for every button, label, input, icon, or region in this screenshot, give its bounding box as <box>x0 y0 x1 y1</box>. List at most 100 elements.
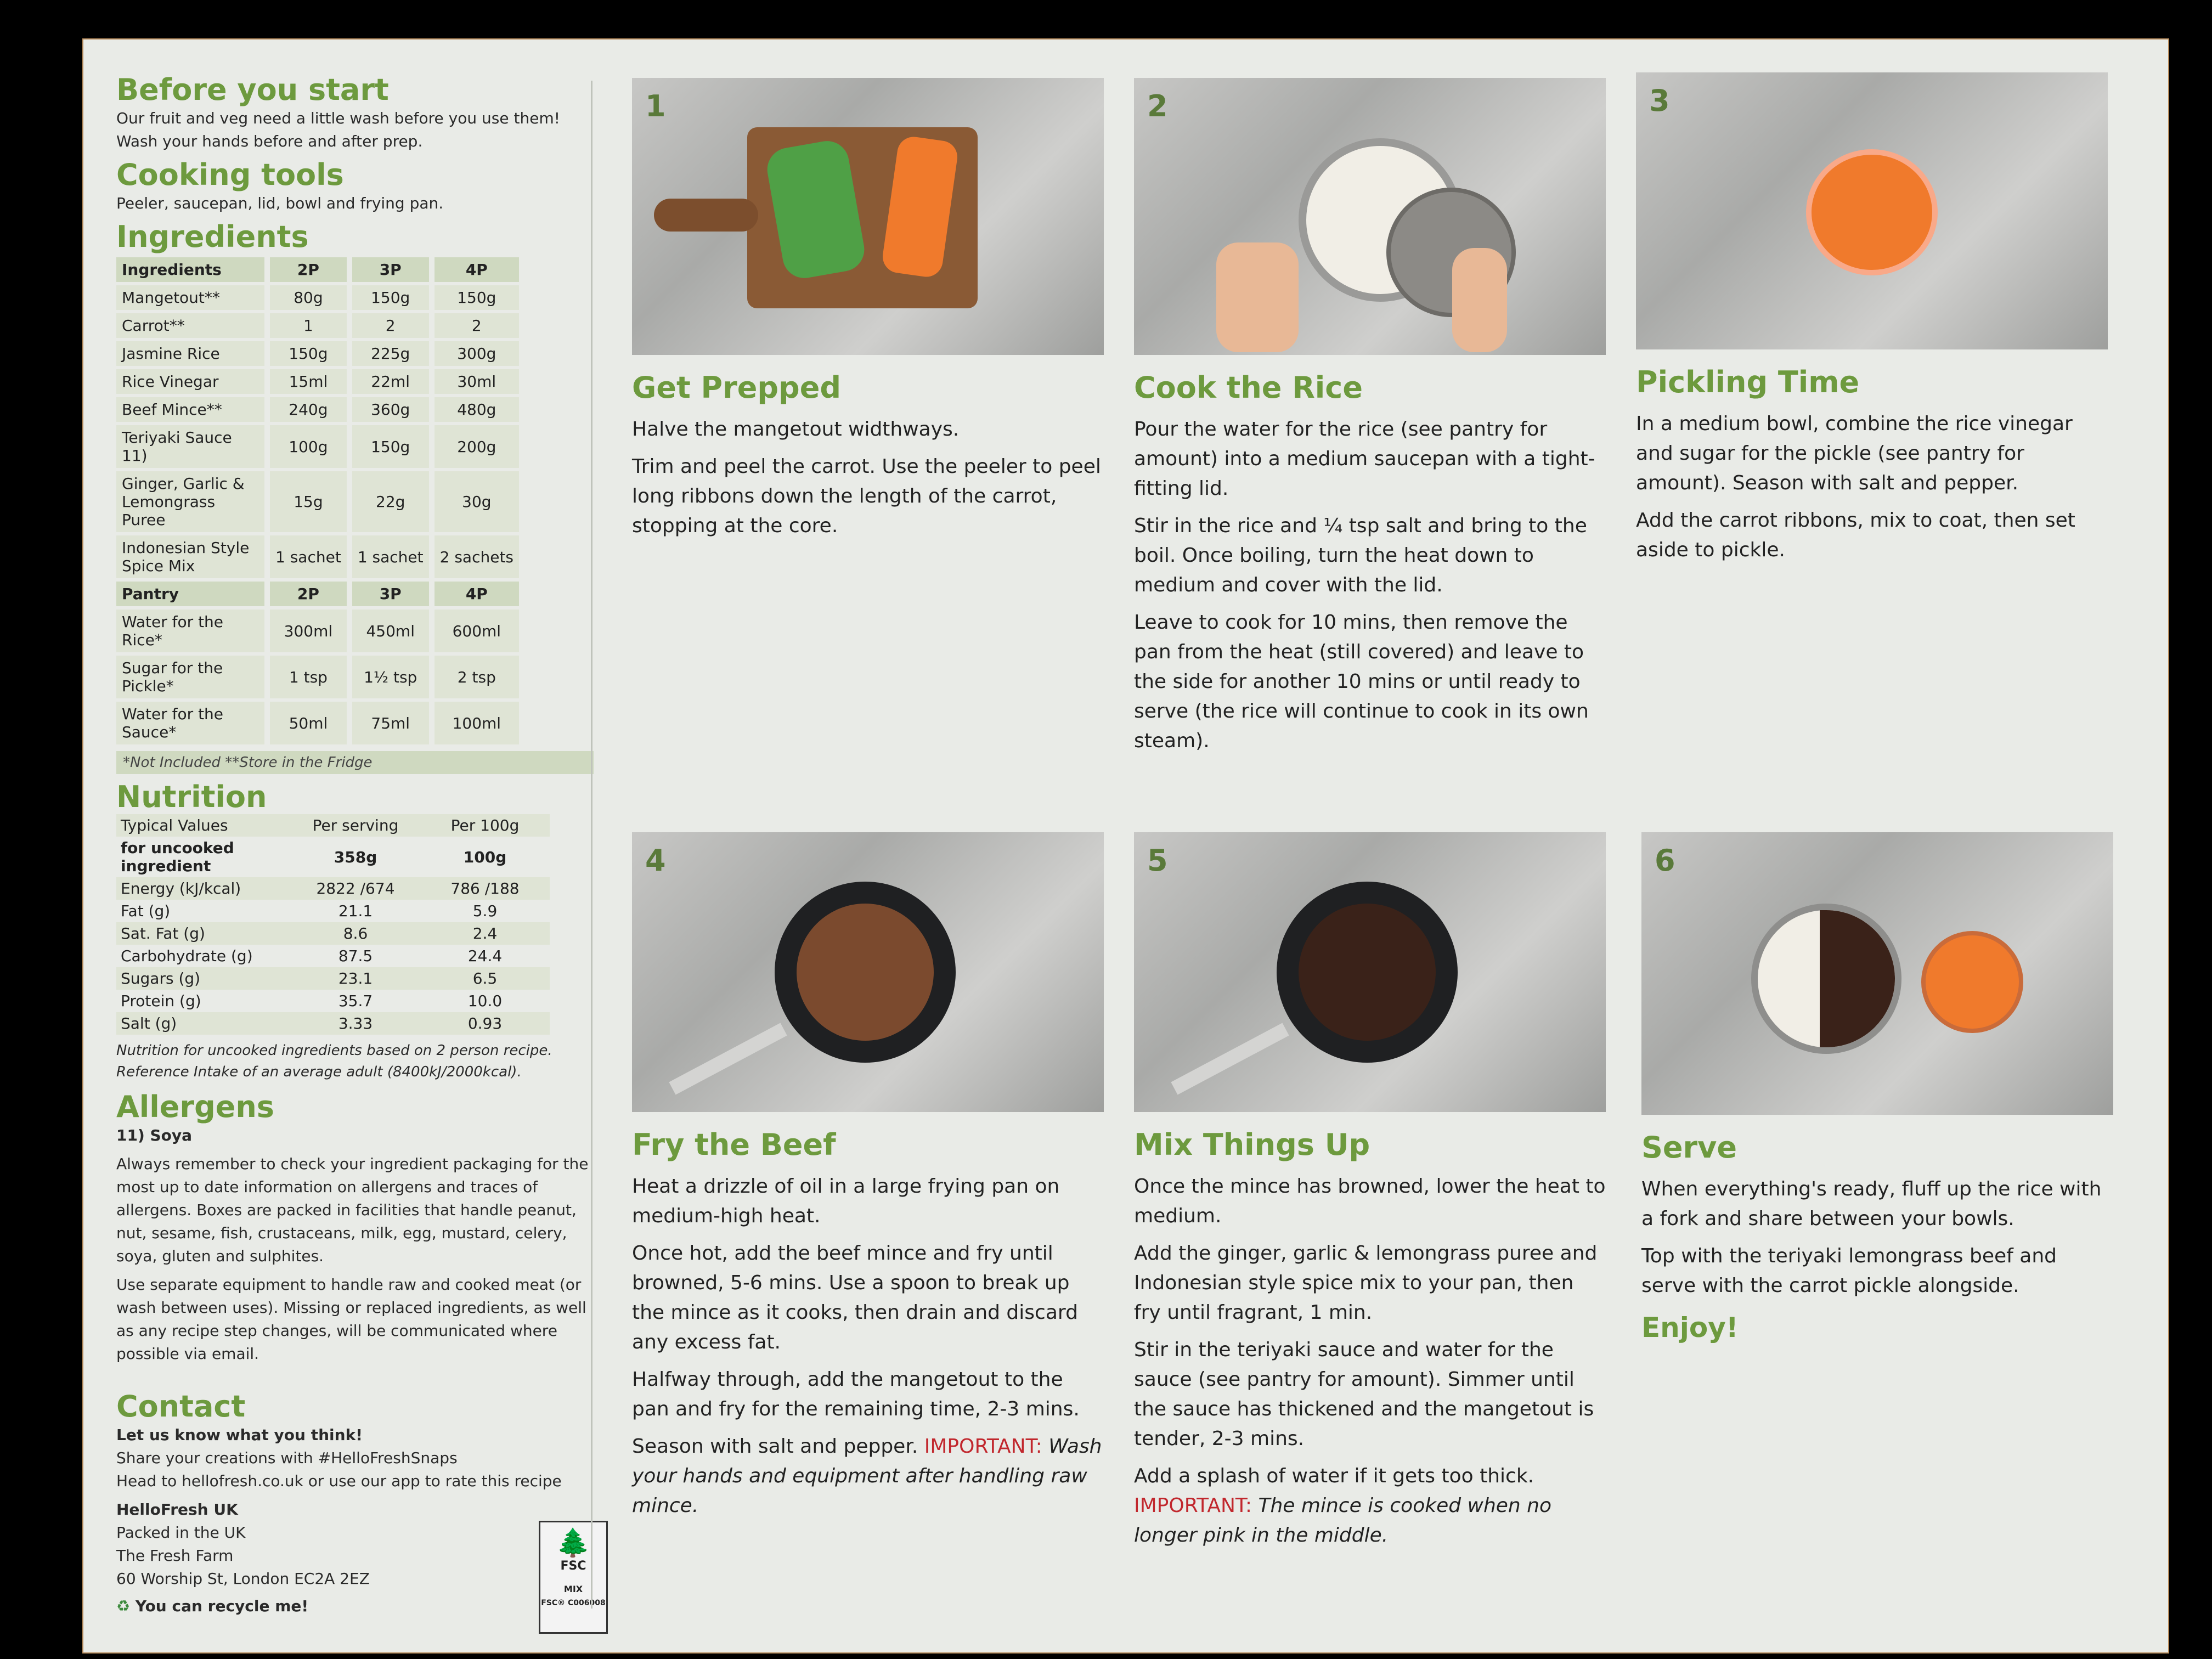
step-title: Serve <box>1641 1130 1737 1165</box>
step-text: In a medium bowl, combine the rice vineg… <box>1636 413 2073 494</box>
cell: Salt (g) <box>116 1012 291 1035</box>
column-divider <box>591 81 592 1609</box>
nutrition-title: Nutrition <box>116 780 267 814</box>
fsc-mix: MIX <box>563 1584 583 1594</box>
cell: Fat (g) <box>121 902 171 920</box>
step-photo: 5 <box>1134 832 1606 1112</box>
cell: 600ml <box>434 610 520 652</box>
table-row: Salt (g) 3.33 0.93 <box>116 1012 550 1035</box>
beef-mince <box>797 904 934 1041</box>
table-row: Indonesian Style Spice Mix 1 sachet 1 sach… <box>116 535 520 578</box>
nutrition-table: Typical Values Per serving Per 100g for un… <box>116 814 550 1035</box>
col-head: 2P <box>270 257 347 282</box>
cell: Rice Vinegar <box>116 369 264 394</box>
col-head: 3P <box>352 582 429 606</box>
cell: Mangetout** <box>116 285 264 310</box>
table-row: Teriyaki Sauce 11) 100g 150g 200g <box>116 425 520 468</box>
table-row: Ginger, Garlic & Lemongrass Puree 15g 22g 3… <box>116 471 520 532</box>
step-text: Trim and peel the carrot. Use the peeler… <box>632 455 1101 537</box>
contact-line: Head to hellofresh.co.uk or use our app … <box>116 1472 562 1490</box>
step-text: Halve the mangetout widthways. <box>632 418 960 441</box>
cell: Water for the Rice* <box>116 610 264 652</box>
fsc-label: FSC <box>560 1559 586 1573</box>
nutrition-note: Nutrition for uncooked ingredients based… <box>116 1042 552 1080</box>
fsc-logo: 🌲 FSC MIX FSC® C006008 <box>539 1521 608 1634</box>
cell: Ginger, Garlic & Lemongrass Puree <box>116 471 264 532</box>
cell: 2 <box>352 313 429 338</box>
cell: 24.4 <box>467 947 503 965</box>
step-number: 5 <box>1147 843 1168 878</box>
cell: 225g <box>352 341 429 366</box>
step-photo: 2 <box>1134 78 1606 355</box>
table-row: Sugars (g) 23.1 6.5 <box>116 967 550 990</box>
ingredients-title: Ingredients <box>116 219 309 254</box>
step-number: 4 <box>645 843 666 878</box>
season-text: Season with salt and pepper. <box>632 1435 918 1458</box>
cell: 30ml <box>434 369 520 394</box>
step-title: Get Prepped <box>632 370 841 405</box>
pan-handle <box>669 1023 787 1095</box>
cell: 240g <box>270 397 347 422</box>
equipment-text: Use separate equipment to handle raw and… <box>116 1276 586 1363</box>
board-handle <box>654 199 758 232</box>
cell: 22ml <box>352 369 429 394</box>
step-text: Top with the teriyaki lemongrass beef an… <box>1641 1245 2057 1297</box>
cell: for uncooked ingredient <box>121 839 234 875</box>
step-photo: 4 <box>632 832 1104 1112</box>
cell: 15g <box>270 471 347 532</box>
contact-section: Contact Let us know what you think! Shar… <box>116 1389 594 1618</box>
step-2: 2 Cook the Rice Pour the water for the r… <box>1134 78 1606 764</box>
cell: 75ml <box>352 702 429 744</box>
cell: 5.9 <box>472 902 498 920</box>
table-row: Energy (kJ/kcal) 2822 /674 786 /188 <box>116 877 550 900</box>
table-row: Carbohydrate (g) 87.5 24.4 <box>116 945 550 967</box>
cell: 358g <box>334 848 377 866</box>
step-text: Leave to cook for 10 mins, then remove t… <box>1134 611 1589 752</box>
table-row: for uncooked ingredient 358g 100g <box>116 837 550 877</box>
cell: 2822 /674 <box>291 877 420 900</box>
cell: Jasmine Rice <box>116 341 264 366</box>
important-label: IMPORTANT: <box>924 1435 1042 1458</box>
step-text: Add the carrot ribbons, mix to coat, the… <box>1636 509 2075 561</box>
step-text: Halfway through, add the mangetout to th… <box>632 1368 1080 1420</box>
cell: Per 100g <box>420 814 550 837</box>
cell: 2 sachets <box>434 535 520 578</box>
allergens-text: Always remember to check your ingredient… <box>116 1155 589 1265</box>
col-head: 2P <box>270 582 347 606</box>
cell: Water for the Sauce* <box>116 702 264 744</box>
cell: Protein (g) <box>121 992 201 1010</box>
step-text: Stir in the rice and ¼ tsp salt and brin… <box>1134 515 1587 596</box>
step-3: 3 Pickling Time In a medium bowl, combin… <box>1636 72 2108 573</box>
table-row: Water for the Rice* 300ml 450ml 600ml <box>116 610 520 652</box>
sauced-beef <box>1299 904 1436 1041</box>
before-text: Our fruit and veg need a little wash bef… <box>116 109 560 150</box>
nutrition-header: Typical Values Per serving Per 100g <box>116 814 550 837</box>
cell: Energy (kJ/kcal) <box>116 877 291 900</box>
cell: Carrot** <box>116 313 264 338</box>
col-head: Pantry <box>116 582 264 606</box>
cell: 150g <box>352 425 429 468</box>
step-5: 5 Mix Things Up Once the mince has brown… <box>1134 832 1606 1558</box>
step-4: 4 Fry the Beef Heat a drizzle of oil in … <box>632 832 1104 1528</box>
table-row: Fat (g) 21.1 5.9 <box>116 900 550 922</box>
col-head: 3P <box>352 257 429 282</box>
step-title: Pickling Time <box>1636 365 1860 399</box>
cell: 80g <box>270 285 347 310</box>
cell: 200g <box>434 425 520 468</box>
cell: 8.6 <box>291 922 420 945</box>
hand <box>1216 242 1299 352</box>
cell: 480g <box>434 397 520 422</box>
step-6: 6 Serve When everything's ready, fluff u… <box>1641 832 2113 1353</box>
cell: 2 <box>434 313 520 338</box>
step-title: Fry the Beef <box>632 1127 836 1162</box>
address-line: 60 Worship St, London EC2A 2EZ <box>116 1570 370 1588</box>
fsc-code: FSC® C006008 <box>541 1599 606 1607</box>
cell: 15ml <box>270 369 347 394</box>
table-row: Protein (g) 35.7 10.0 <box>116 990 550 1012</box>
cell: Beef Mince** <box>116 397 264 422</box>
step-1: 1 Get Prepped Halve the mangetout widthw… <box>632 78 1104 549</box>
step-photo: 1 <box>632 78 1104 355</box>
hand <box>1452 248 1507 352</box>
recycle-icon: ♻ <box>116 1597 131 1615</box>
cell: 3.33 <box>291 1012 420 1035</box>
